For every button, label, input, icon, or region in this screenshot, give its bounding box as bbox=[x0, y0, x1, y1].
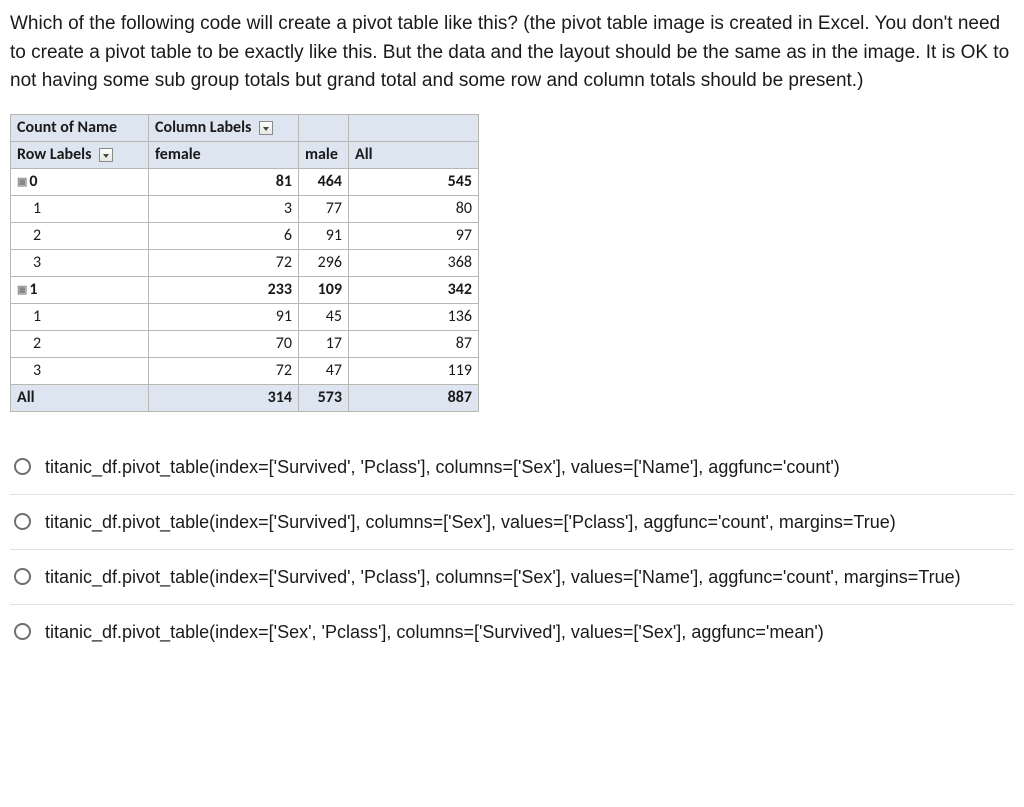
pivot-cell: 77 bbox=[299, 195, 349, 222]
pivot-col-male: male bbox=[299, 141, 349, 168]
pivot-row-label: 2 bbox=[11, 222, 149, 249]
pivot-group-1-label: 1 bbox=[29, 280, 37, 299]
pivot-cell: 91 bbox=[299, 222, 349, 249]
radio-icon[interactable] bbox=[14, 458, 31, 475]
pivot-cell: 233 bbox=[149, 276, 299, 303]
pivot-cell: 6 bbox=[149, 222, 299, 249]
dropdown-icon[interactable] bbox=[259, 121, 273, 135]
radio-icon[interactable] bbox=[14, 568, 31, 585]
pivot-cell: 573 bbox=[299, 384, 349, 411]
pivot-column-labels: Column Labels bbox=[149, 114, 299, 141]
pivot-grand-label: All bbox=[11, 384, 149, 411]
pivot-cell: 72 bbox=[149, 357, 299, 384]
pivot-cell: 342 bbox=[349, 276, 479, 303]
pivot-cell: 81 bbox=[149, 168, 299, 195]
pivot-row-label: 1 bbox=[11, 195, 149, 222]
dropdown-icon[interactable] bbox=[99, 148, 113, 162]
pivot-col-all: All bbox=[349, 141, 479, 168]
pivot-cell: 45 bbox=[299, 303, 349, 330]
collapse-icon[interactable]: ▣ bbox=[17, 175, 27, 188]
pivot-row-labels: Row Labels bbox=[11, 141, 149, 168]
pivot-table: Count of Name Column Labels Row Labels f… bbox=[10, 114, 479, 412]
radio-icon[interactable] bbox=[14, 513, 31, 530]
pivot-cell: 91 bbox=[149, 303, 299, 330]
pivot-row-labels-text: Row Labels bbox=[17, 145, 91, 164]
pivot-cell: 72 bbox=[149, 249, 299, 276]
answer-option-text: titanic_df.pivot_table(index=['Sex', 'Pc… bbox=[45, 619, 1006, 645]
question-text: Which of the following code will create … bbox=[10, 10, 1014, 96]
answer-option-3[interactable]: titanic_df.pivot_table(index=['Survived'… bbox=[10, 550, 1014, 605]
pivot-row-label: 3 bbox=[11, 357, 149, 384]
pivot-group-0-label: 0 bbox=[29, 172, 37, 191]
answer-option-text: titanic_df.pivot_table(index=['Survived'… bbox=[45, 509, 1006, 535]
pivot-cell: 314 bbox=[149, 384, 299, 411]
pivot-cell: 887 bbox=[349, 384, 479, 411]
answer-option-4[interactable]: titanic_df.pivot_table(index=['Sex', 'Pc… bbox=[10, 605, 1014, 659]
pivot-cell: 70 bbox=[149, 330, 299, 357]
answer-options: titanic_df.pivot_table(index=['Survived'… bbox=[10, 440, 1014, 659]
pivot-cell: 17 bbox=[299, 330, 349, 357]
pivot-cell: 109 bbox=[299, 276, 349, 303]
pivot-col-female: female bbox=[149, 141, 299, 168]
pivot-cell: 80 bbox=[349, 195, 479, 222]
answer-option-text: titanic_df.pivot_table(index=['Survived'… bbox=[45, 564, 1006, 590]
pivot-cell: 87 bbox=[349, 330, 479, 357]
pivot-cell: 47 bbox=[299, 357, 349, 384]
pivot-cell: 97 bbox=[349, 222, 479, 249]
pivot-cell: 136 bbox=[349, 303, 479, 330]
pivot-cell: 368 bbox=[349, 249, 479, 276]
answer-option-2[interactable]: titanic_df.pivot_table(index=['Survived'… bbox=[10, 495, 1014, 550]
pivot-row-label: 3 bbox=[11, 249, 149, 276]
pivot-group-label: ▣1 bbox=[11, 276, 149, 303]
pivot-row-label: 2 bbox=[11, 330, 149, 357]
pivot-row-label: 1 bbox=[11, 303, 149, 330]
radio-icon[interactable] bbox=[14, 623, 31, 640]
pivot-header-blank-2 bbox=[349, 114, 479, 141]
pivot-cell: 296 bbox=[299, 249, 349, 276]
pivot-column-labels-text: Column Labels bbox=[155, 118, 251, 137]
pivot-count-of: Count of Name bbox=[11, 114, 149, 141]
answer-option-1[interactable]: titanic_df.pivot_table(index=['Survived'… bbox=[10, 440, 1014, 495]
pivot-header-blank-1 bbox=[299, 114, 349, 141]
answer-option-text: titanic_df.pivot_table(index=['Survived'… bbox=[45, 454, 1006, 480]
pivot-cell: 3 bbox=[149, 195, 299, 222]
pivot-cell: 464 bbox=[299, 168, 349, 195]
pivot-cell: 545 bbox=[349, 168, 479, 195]
pivot-group-label: ▣0 bbox=[11, 168, 149, 195]
pivot-cell: 119 bbox=[349, 357, 479, 384]
collapse-icon[interactable]: ▣ bbox=[17, 283, 27, 296]
